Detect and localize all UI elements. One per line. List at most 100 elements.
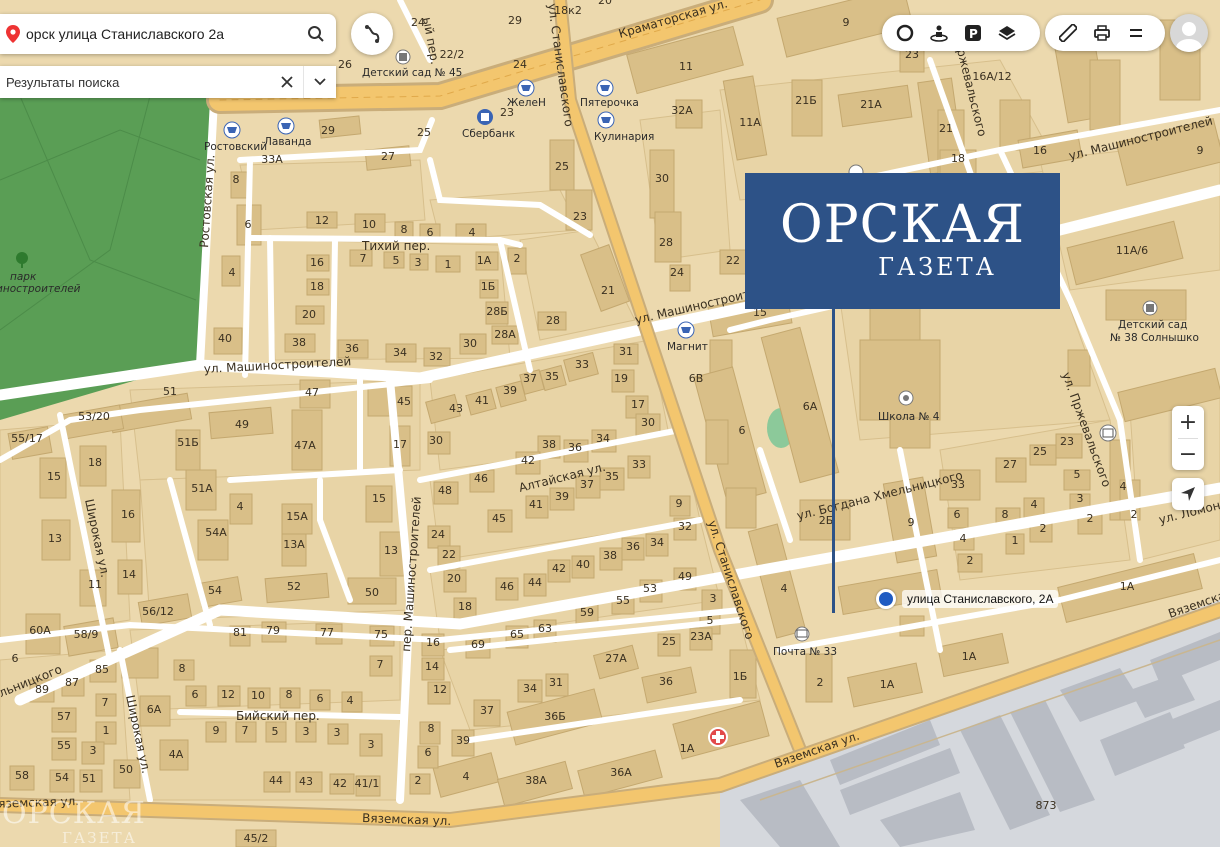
house-number: 36А [610, 766, 632, 779]
house-number: 12 [315, 214, 329, 227]
house-number: 25 [555, 160, 569, 173]
menu-icon[interactable] [1119, 16, 1153, 50]
house-number: 3 [303, 725, 310, 738]
house-number: 9 [843, 16, 850, 29]
address-marker[interactable]: улица Станиславского, 2А [876, 588, 1059, 610]
location-pin-icon[interactable] [876, 589, 896, 609]
banner-pointer-line [832, 309, 835, 613]
school-icon[interactable] [898, 390, 914, 406]
house-number: 16А/12 [972, 70, 1011, 83]
house-number: 9 [1197, 144, 1204, 157]
print-icon[interactable] [1085, 16, 1119, 50]
house-number: 16 [1033, 144, 1047, 157]
house-number: 7 [102, 696, 109, 709]
shop-icon[interactable] [596, 79, 614, 97]
house-number: 55 [57, 739, 71, 752]
locate-icon[interactable] [1172, 478, 1204, 510]
park-label: парк [10, 271, 37, 283]
house-number: 37 [580, 478, 594, 491]
chevron-down-icon[interactable] [303, 66, 336, 98]
shop-icon[interactable] [277, 117, 295, 135]
house-number: 69 [471, 638, 485, 651]
house-number: 22 [726, 254, 740, 267]
house-number: 6А [803, 400, 818, 413]
house-number: 21А [860, 98, 882, 111]
house-number: 56/12 [142, 605, 174, 618]
logo-line1: ОРСКАЯ [779, 195, 1026, 255]
house-number: 10 [251, 689, 265, 702]
house-number: 24 [411, 16, 425, 29]
poi-label: Ростовский [204, 141, 267, 153]
search-results-bar[interactable]: Результаты поиска [0, 66, 336, 98]
house-number: 3 [368, 738, 375, 751]
house-number: 16 [426, 636, 440, 649]
layers-icon[interactable] [990, 16, 1024, 50]
avatar-icon[interactable] [1170, 14, 1208, 52]
house-number: 4 [1031, 498, 1038, 511]
bank-icon[interactable] [477, 109, 493, 125]
house-number: 873 [1036, 799, 1057, 812]
traffic-icon[interactable] [888, 16, 922, 50]
house-number: 33А [261, 153, 283, 166]
house-number: 13А [283, 538, 305, 551]
house-number: 49 [678, 570, 692, 583]
house-number: 17 [631, 398, 645, 411]
house-number: 43 [299, 775, 313, 788]
house-number: 40 [576, 558, 590, 571]
house-number: 8 [1002, 508, 1009, 521]
house-number: 19 [614, 372, 628, 385]
logo-line2: ГАЗЕТА [878, 253, 997, 281]
kindergarten-icon[interactable] [395, 49, 411, 65]
panorama-icon[interactable] [922, 16, 956, 50]
hospital-icon[interactable] [708, 727, 728, 747]
house-number: 23 [1060, 435, 1074, 448]
map-canvas[interactable]: Краматорская ул. ул. Машиностроителей ул… [0, 0, 1220, 847]
close-icon[interactable] [271, 66, 303, 98]
house-number: 30 [655, 172, 669, 185]
poi-label: Школа № 4 [878, 411, 940, 423]
house-number: 42 [552, 562, 566, 575]
house-number: 11А/6 [1116, 244, 1148, 257]
route-icon [365, 25, 380, 43]
house-number: 29 [508, 14, 522, 27]
house-number: 18к2 [554, 4, 582, 17]
house-number: 33 [951, 478, 965, 491]
address-marker-label: улица Станиславского, 2А [902, 590, 1059, 608]
zoom-control: + − [1172, 406, 1204, 470]
search-icon[interactable] [296, 14, 336, 54]
house-number: 51 [82, 772, 96, 785]
poi-label: Сбербанк [462, 128, 515, 140]
house-number: 6 [739, 424, 746, 437]
shop-icon[interactable] [677, 321, 695, 339]
house-number: 16 [121, 508, 135, 521]
house-number: 21 [601, 284, 615, 297]
street-label: Бийский пер. [236, 709, 320, 723]
mail-icon[interactable] [794, 626, 810, 642]
zoom-in-icon[interactable]: + [1172, 406, 1204, 438]
house-number: 45 [397, 395, 411, 408]
house-number: 14 [425, 660, 439, 673]
house-number: 1Б [481, 280, 496, 293]
search-input[interactable]: орск улица Станиславского 2а [26, 26, 296, 42]
newspaper-logo-banner: ОРСКАЯ ГАЗЕТА [745, 173, 1060, 309]
search-results-label: Результаты поиска [6, 74, 120, 90]
house-number: 32 [429, 350, 443, 363]
house-number: 5 [1074, 468, 1081, 481]
house-number: 54А [205, 526, 227, 539]
house-number: 4 [229, 266, 236, 279]
shop-icon[interactable] [517, 79, 535, 97]
zoom-out-icon[interactable]: − [1172, 439, 1204, 470]
kindergarten-icon[interactable] [1142, 300, 1158, 316]
ruler-icon[interactable] [1051, 16, 1085, 50]
parking-icon[interactable]: P [956, 16, 990, 50]
shop-icon[interactable] [597, 111, 615, 129]
house-number: 59 [580, 606, 594, 619]
park-label: иностроителей [0, 283, 81, 295]
route-button[interactable] [351, 13, 393, 55]
shop-icon[interactable] [223, 121, 241, 139]
house-number: 38 [603, 549, 617, 562]
house-number: 20 [302, 308, 316, 321]
search-box[interactable]: орск улица Станиславского 2а [0, 14, 336, 54]
library-icon[interactable] [1099, 424, 1117, 442]
house-number: 4 [347, 694, 354, 707]
